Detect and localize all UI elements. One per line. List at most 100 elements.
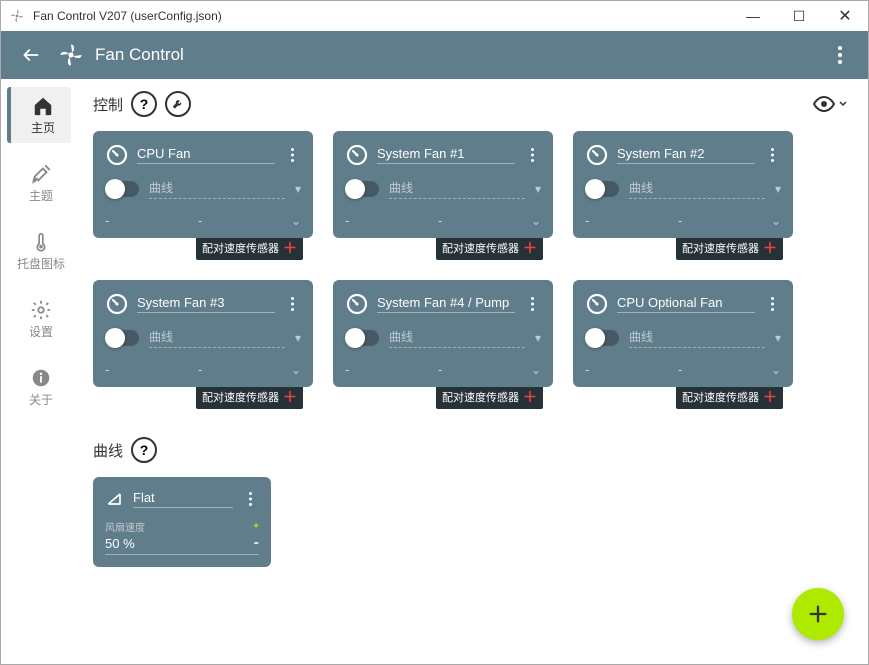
fan-name[interactable]: System Fan #3 [137,295,275,313]
expand-chevron-icon[interactable]: ⌄ [291,214,301,228]
visibility-button[interactable] [812,92,848,116]
card-menu-button[interactable] [523,148,541,162]
fan-toggle[interactable] [105,330,139,346]
card-menu-button[interactable] [241,492,259,506]
maximize-button[interactable]: ☐ [776,1,822,31]
card-menu-button[interactable] [283,297,301,311]
wrench-icon [171,97,185,111]
curve-value: 50 % [105,536,135,551]
sidebar-item-about[interactable]: 关于 [9,359,73,415]
sidebar-label-about: 关于 [29,391,53,408]
sidebar-item-tray[interactable]: 托盘图标 [9,223,73,279]
sidebar: 主页 主题 托盘图标 设置 关于 [1,79,81,664]
expand-chevron-icon[interactable]: ⌄ [771,214,781,228]
fan-rpm: - [198,213,202,228]
dots-vertical-icon [531,297,534,311]
sidebar-item-theme[interactable]: 主题 [9,155,73,211]
paint-icon [30,163,52,185]
expand-chevron-icon[interactable]: ⌄ [291,363,301,377]
app-header: Fan Control [1,31,868,79]
add-sensor-icon[interactable]: ＋ [763,238,777,258]
sensor-label: 配对速度传感器 [442,240,519,256]
increase-button[interactable]: + [253,521,259,532]
fan-card: System Fan #3 曲线 ▾ - - ⌄ [93,280,313,387]
home-icon [32,95,54,117]
fan-percent: - [105,362,109,377]
sensor-badge[interactable]: 配对速度传感器 ＋ [196,385,303,409]
fan-card: CPU Fan 曲线 ▾ - - ⌄ [93,131,313,238]
add-sensor-icon[interactable]: ＋ [523,238,537,258]
sensor-badge[interactable]: 配对速度传感器 ＋ [676,236,783,260]
content-area: 控制 ? CPU Fan 曲线 ▾ [81,79,868,664]
fan-percent: - [585,213,589,228]
back-button[interactable] [13,37,49,73]
fan-card: CPU Optional Fan 曲线 ▾ - - ⌄ [573,280,793,387]
curve-select[interactable]: 曲线 [149,179,285,199]
add-sensor-icon[interactable]: ＋ [523,387,537,407]
add-sensor-icon[interactable]: ＋ [763,387,777,407]
curve-select[interactable]: 曲线 [629,179,765,199]
sensor-label: 配对速度传感器 [682,389,759,405]
add-fab[interactable] [792,588,844,640]
curve-sublabel: 风扇速度 [105,519,145,534]
card-menu-button[interactable] [763,297,781,311]
decrease-button[interactable]: - [254,534,259,552]
help-button-curve[interactable]: ? [131,437,157,463]
add-sensor-icon[interactable]: ＋ [283,387,297,407]
fan-toggle[interactable] [345,181,379,197]
header-menu-button[interactable] [824,39,856,71]
fan-toggle[interactable] [585,181,619,197]
fan-name[interactable]: CPU Optional Fan [617,295,755,313]
help-button[interactable]: ? [131,91,157,117]
fan-toggle[interactable] [105,181,139,197]
fan-toggle[interactable] [345,330,379,346]
fan-card-wrapper: System Fan #3 曲线 ▾ - - ⌄ 配对速度传感器 ＋ [93,280,313,409]
fan-name[interactable]: System Fan #2 [617,146,755,164]
minimize-button[interactable]: — [730,1,776,31]
chevron-down-icon: ▾ [295,331,301,345]
window-title: Fan Control V207 (userConfig.json) [33,9,730,23]
card-menu-button[interactable] [763,148,781,162]
curve-cards-grid: Flat 风扇速度 + 50 % - [93,477,848,567]
plus-icon [807,603,829,625]
app-icon [9,8,25,24]
fan-name[interactable]: CPU Fan [137,146,275,164]
curve-select[interactable]: 曲线 [389,179,525,199]
fan-name[interactable]: System Fan #1 [377,146,515,164]
curve-select[interactable]: 曲线 [629,328,765,348]
fan-percent: - [345,362,349,377]
sensor-badge[interactable]: 配对速度传感器 ＋ [196,236,303,260]
gauge-icon [345,292,369,316]
gear-icon [30,299,52,321]
fan-name[interactable]: System Fan #4 / Pump [377,295,515,313]
expand-chevron-icon[interactable]: ⌄ [531,363,541,377]
wrench-button[interactable] [165,91,191,117]
sensor-badge[interactable]: 配对速度传感器 ＋ [436,236,543,260]
sensor-badge[interactable]: 配对速度传感器 ＋ [676,385,783,409]
curve-name[interactable]: Flat [133,490,233,508]
dots-vertical-icon [771,148,774,162]
fan-percent: - [585,362,589,377]
sidebar-label-home: 主页 [31,119,55,136]
fan-card: System Fan #4 / Pump 曲线 ▾ - - ⌄ [333,280,553,387]
fan-cards-grid: CPU Fan 曲线 ▾ - - ⌄ 配对速度传感器 ＋ System Fan … [93,131,848,409]
sidebar-item-settings[interactable]: 设置 [9,291,73,347]
fan-card-wrapper: System Fan #2 曲线 ▾ - - ⌄ 配对速度传感器 ＋ [573,131,793,260]
expand-chevron-icon[interactable]: ⌄ [771,363,781,377]
curve-select[interactable]: 曲线 [389,328,525,348]
curve-select[interactable]: 曲线 [149,328,285,348]
fan-toggle[interactable] [585,330,619,346]
fan-card-wrapper: CPU Fan 曲线 ▾ - - ⌄ 配对速度传感器 ＋ [93,131,313,260]
sidebar-item-home[interactable]: 主页 [7,87,71,143]
fan-card-wrapper: System Fan #4 / Pump 曲线 ▾ - - ⌄ 配对速度传感器 … [333,280,553,409]
sensor-badge[interactable]: 配对速度传感器 ＋ [436,385,543,409]
arrow-left-icon [21,45,41,65]
close-button[interactable]: ✕ [822,1,868,31]
sensor-label: 配对速度传感器 [202,389,279,405]
expand-chevron-icon[interactable]: ⌄ [531,214,541,228]
thermometer-icon [30,231,52,253]
card-menu-button[interactable] [523,297,541,311]
fan-rpm: - [678,213,682,228]
add-sensor-icon[interactable]: ＋ [283,238,297,258]
card-menu-button[interactable] [283,148,301,162]
